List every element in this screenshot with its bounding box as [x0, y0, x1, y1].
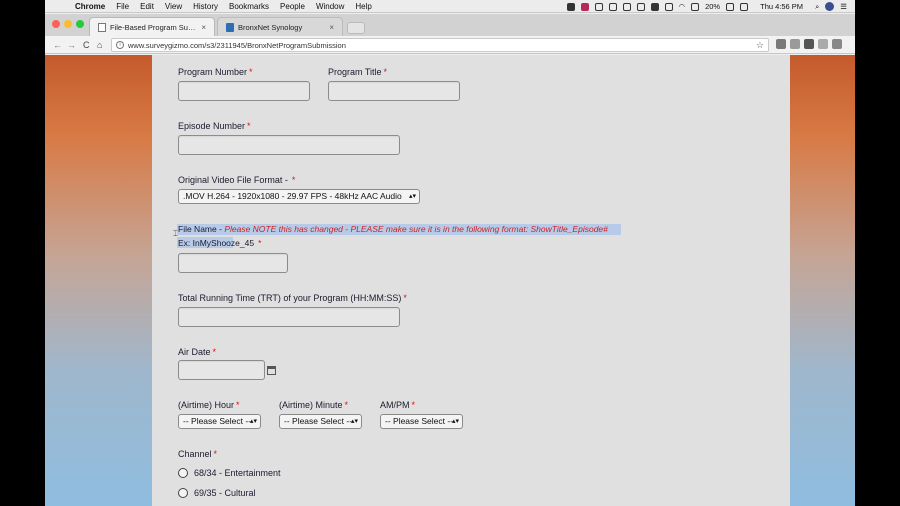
minute-select[interactable]: -- Please Select -- ▴▾	[279, 414, 362, 429]
tab-title: BronxNet Synology	[238, 22, 303, 32]
program-title-label: Program Title *	[328, 67, 388, 77]
menu-history[interactable]: History	[193, 0, 218, 13]
window-controls	[52, 20, 84, 28]
home-button[interactable]: ⌂	[97, 38, 102, 52]
menu-chrome[interactable]: Chrome	[75, 0, 105, 13]
tab-bronxnet-synology[interactable]: BronxNet Synology ×	[217, 17, 343, 36]
episode-number-label: Episode Number *	[178, 121, 251, 131]
menu-bookmarks[interactable]: Bookmarks	[229, 0, 269, 13]
app-icon[interactable]	[580, 2, 589, 11]
synology-icon	[226, 22, 234, 32]
wifi-icon[interactable]: ◠	[679, 2, 686, 11]
flag-icon[interactable]	[740, 2, 749, 11]
bluetooth-icon[interactable]	[664, 2, 673, 11]
battery-icon[interactable]	[726, 2, 735, 11]
info-icon[interactable]: i	[116, 41, 124, 49]
ampm-label: AM/PM *	[380, 400, 416, 410]
minimize-window-icon[interactable]	[64, 20, 72, 28]
airplay-icon[interactable]	[636, 2, 645, 11]
close-window-icon[interactable]	[52, 20, 60, 28]
back-button[interactable]: ←	[53, 38, 62, 52]
tab-close-icon[interactable]: ×	[201, 23, 206, 32]
tab-title: File-Based Program Submissio	[110, 22, 198, 32]
extension-reader-icon[interactable]	[818, 39, 828, 49]
file-name-example: Ex: InMyShooze_45 *	[178, 238, 262, 248]
video-format-label: Original Video File Format - *	[178, 175, 296, 185]
survey-form: Program Number * Program Title * Episode N…	[152, 55, 790, 506]
extension-pocket-icon[interactable]	[804, 39, 814, 49]
menu-edit[interactable]: Edit	[140, 0, 154, 13]
volume-icon[interactable]	[691, 2, 700, 11]
bookmark-star-icon[interactable]: ☆	[756, 39, 764, 51]
channel-option-label[interactable]: 69/35 - Cultural	[194, 488, 256, 498]
episode-number-input[interactable]	[178, 135, 400, 155]
menu-view[interactable]: View	[165, 0, 182, 13]
url-text[interactable]: www.surveygizmo.com/s3/2311945/BronxNetP…	[128, 41, 346, 50]
trt-input[interactable]	[178, 307, 400, 327]
minute-label: (Airtime) Minute *	[279, 400, 349, 410]
screen: Chrome File Edit View History Bookmarks …	[45, 0, 855, 506]
zoom-window-icon[interactable]	[76, 20, 84, 28]
select-arrow-icon: ▴▾	[451, 418, 459, 425]
hour-select[interactable]: -- Please Select -- ▴▾	[178, 414, 261, 429]
extension-shield-icon[interactable]	[776, 39, 786, 49]
trt-label: Total Running Time (TRT) of your Program…	[178, 293, 407, 303]
hour-label: (Airtime) Hour *	[178, 400, 240, 410]
select-arrow-icon: ▴▾	[408, 193, 416, 200]
channel-label: Channel *	[178, 449, 218, 459]
file-name-label: File Name - Please NOTE this has changed…	[178, 224, 608, 234]
minute-select-value: -- Please Select --	[284, 416, 353, 426]
time-machine-icon[interactable]	[622, 2, 631, 11]
menu-bar: Chrome File Edit View History Bookmarks …	[45, 0, 855, 13]
video-format-value: .MOV H.264 - 1920x1080 - 29.97 FPS - 48k…	[183, 191, 402, 201]
hour-select-value: -- Please Select --	[183, 416, 252, 426]
channel-option-label[interactable]: 68/34 - Entertainment	[194, 468, 281, 478]
program-title-input[interactable]	[328, 81, 460, 101]
user-avatar-icon[interactable]	[825, 2, 835, 11]
copy-icon[interactable]	[608, 2, 617, 11]
program-number-label: Program Number *	[178, 67, 253, 77]
menu-window[interactable]: Window	[316, 0, 344, 13]
air-date-label: Air Date *	[178, 347, 217, 357]
browser-toolbar: ← → C ⌂ i www.surveygizmo.com/s3/2311945…	[45, 36, 855, 54]
extension-gift-icon[interactable]	[790, 39, 800, 49]
keyboard-icon[interactable]	[650, 2, 659, 11]
forward-button[interactable]: →	[67, 38, 76, 52]
tab-close-icon[interactable]: ×	[329, 23, 334, 32]
extension-cloud-icon[interactable]	[832, 39, 842, 49]
menu-people[interactable]: People	[280, 0, 305, 13]
ampm-select[interactable]: -- Please Select -- ▴▾	[380, 414, 463, 429]
video-format-select[interactable]: .MOV H.264 - 1920x1080 - 29.97 FPS - 48k…	[178, 189, 420, 204]
window-icon[interactable]	[594, 2, 603, 11]
address-bar[interactable]: i www.surveygizmo.com/s3/2311945/BronxNe…	[111, 38, 769, 52]
tab-file-based-program-submission[interactable]: File-Based Program Submissio ×	[89, 17, 215, 36]
battery-percent[interactable]: 20%	[705, 2, 720, 11]
program-number-input[interactable]	[178, 81, 310, 101]
menu-help[interactable]: Help	[355, 0, 371, 13]
calendar-icon[interactable]	[267, 366, 276, 375]
new-tab-button[interactable]	[347, 22, 365, 34]
reload-button[interactable]: C	[83, 38, 90, 52]
page-background: Program Number * Program Title * Episode N…	[45, 55, 855, 506]
file-name-input[interactable]	[178, 253, 288, 273]
document-icon	[98, 22, 106, 32]
status-icons: ◠ 20% Thu 4:56 PM ⌕ ☰	[566, 0, 847, 13]
dropbox-icon[interactable]	[566, 2, 575, 11]
select-arrow-icon: ▴▾	[350, 418, 358, 425]
spotlight-icon[interactable]: ⌕	[815, 2, 819, 12]
channel-radio-cultural[interactable]	[178, 488, 188, 498]
clock[interactable]: Thu 4:56 PM	[760, 2, 803, 11]
select-arrow-icon: ▴▾	[249, 418, 257, 425]
ampm-select-value: -- Please Select --	[385, 416, 454, 426]
air-date-input[interactable]	[178, 360, 265, 380]
notification-center-icon[interactable]: ☰	[840, 2, 847, 11]
menu-file[interactable]: File	[116, 0, 129, 13]
channel-radio-entertainment[interactable]	[178, 468, 188, 478]
file-name-note: Please NOTE this has changed - PLEASE ma…	[224, 224, 608, 234]
tab-strip: File-Based Program Submissio × BronxNet …	[45, 14, 855, 36]
